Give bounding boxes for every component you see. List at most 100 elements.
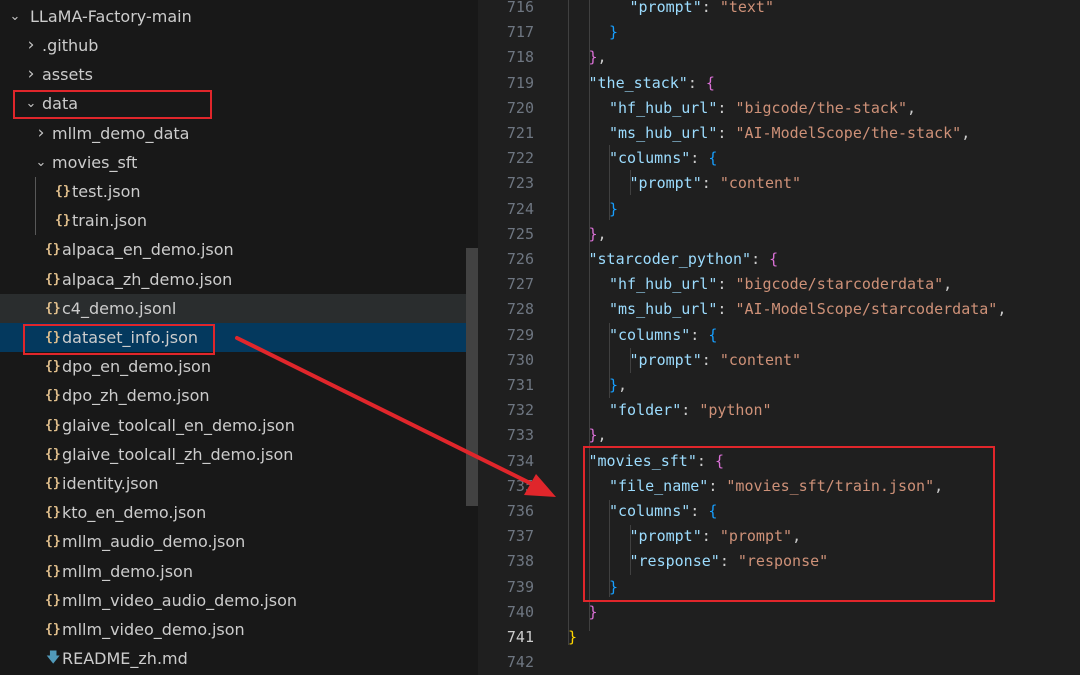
line-number: 733	[506, 426, 534, 445]
tree-item[interactable]: {} alpaca_zh_demo.json	[0, 265, 478, 294]
chevron-right-icon[interactable]: ›	[24, 60, 38, 89]
explorer-root[interactable]: ⌄ LLaMA-Factory-main	[0, 2, 478, 31]
code-token: ,	[597, 48, 607, 67]
line-number: 727	[506, 275, 534, 294]
explorer-scrollbar[interactable]	[466, 248, 478, 506]
tree-item-label: movies_sft	[52, 152, 138, 172]
line-number: 730	[506, 350, 534, 369]
chevron-down-icon[interactable]: ⌄	[34, 148, 48, 177]
code-line[interactable]: }	[568, 625, 577, 650]
tree-item[interactable]: {} test.json	[0, 177, 478, 206]
markdown-file-icon: 🡇	[46, 650, 61, 667]
code-line[interactable]: }	[609, 197, 618, 222]
code-line[interactable]: "starcoder_python": {	[589, 247, 779, 272]
tree-item[interactable]: {} mllm_demo.json	[0, 557, 478, 586]
code-token: }	[568, 628, 578, 646]
code-line[interactable]: "prompt": "content"	[630, 171, 802, 196]
tree-item[interactable]: › .github	[0, 31, 478, 60]
chevron-down-icon[interactable]: ⌄	[8, 2, 22, 31]
indent-guide	[629, 348, 631, 373]
code-token: ,	[943, 275, 953, 294]
json-file-icon: {}	[45, 534, 61, 550]
code-token: "prompt"	[629, 0, 702, 16]
tree-item[interactable]: {} dpo_en_demo.json	[0, 352, 478, 381]
code-line[interactable]: "prompt": "content"	[630, 348, 802, 373]
line-number: 736	[506, 502, 534, 520]
line-number: 718	[506, 48, 534, 67]
code-line[interactable]: "the_stack": {	[589, 71, 715, 96]
tree-item[interactable]: {} mllm_audio_demo.json	[0, 527, 478, 556]
tree-item-label: mllm_video_demo.json	[62, 620, 245, 639]
code-token: ,	[907, 98, 917, 117]
tree-item-label: mllm_demo.json	[62, 561, 193, 581]
tree-item-label: assets	[42, 65, 93, 85]
code-line[interactable]: }	[589, 600, 598, 625]
code-token: }	[609, 23, 619, 42]
code-token: "ms_hub_url"	[609, 124, 718, 142]
tree-item[interactable]: {} alpaca_en_demo.json	[0, 235, 478, 264]
tree-item[interactable]: › mllm_demo_data	[0, 119, 478, 148]
code-token: :	[701, 0, 720, 16]
code-token: }	[588, 426, 598, 445]
line-number: 735	[506, 476, 534, 495]
code-token: "bigcode/starcoderdata"	[735, 275, 944, 294]
indent-guide	[609, 323, 610, 398]
indent-guide	[609, 145, 610, 220]
json-file-icon: {}	[45, 476, 61, 491]
code-token: "python"	[699, 401, 772, 420]
tree-item[interactable]: {} mllm_video_audio_demo.json	[0, 586, 478, 615]
tree-item[interactable]: {} identity.json	[0, 469, 478, 498]
code-line[interactable]: },	[589, 45, 607, 70]
line-number: 725	[506, 224, 534, 243]
tree-item[interactable]: {} glaive_toolcall_zh_demo.json	[0, 440, 478, 469]
code-token: :	[717, 98, 736, 117]
code-line[interactable]: "prompt": "text"	[630, 0, 775, 20]
code-token: "text"	[719, 0, 774, 16]
tree-item[interactable]: › assets	[0, 60, 478, 89]
json-file-icon: {}	[45, 505, 61, 521]
tree-item-label: kto_en_demo.json	[62, 503, 207, 523]
code-line[interactable]: "columns": {	[609, 146, 717, 171]
code-token: ,	[597, 426, 607, 445]
tree-item[interactable]: {} c4_demo.jsonl	[0, 293, 478, 323]
json-file-icon: {}	[55, 213, 71, 229]
code-token: "columns"	[609, 325, 691, 344]
chevron-right-icon[interactable]: ›	[24, 31, 38, 60]
code-token: {	[708, 325, 718, 344]
line-number: 722	[506, 149, 534, 168]
code-token: }	[609, 199, 619, 218]
code-line[interactable]: "hf_hub_url": "bigcode/starcoderdata",	[609, 272, 952, 297]
tree-item[interactable]: {} dpo_zh_demo.json	[0, 381, 478, 410]
code-line[interactable]: },	[589, 423, 607, 448]
tree-item[interactable]: {} glaive_toolcall_en_demo.json	[0, 411, 478, 440]
tree-item[interactable]: 🡇 README_zh.md	[0, 644, 478, 673]
line-number: 719	[506, 73, 534, 92]
tree-item[interactable]: {} mllm_video_demo.json	[0, 615, 478, 644]
code-token: "the_stack"	[588, 73, 688, 92]
code-token: :	[701, 350, 720, 369]
code-line[interactable]: "hf_hub_url": "bigcode/the-stack",	[609, 96, 916, 121]
line-number: 724	[506, 199, 534, 218]
code-line[interactable]: },	[589, 222, 607, 247]
tree-item-label: test.json	[72, 182, 141, 201]
code-line[interactable]: "ms_hub_url": "AI-ModelScope/the-stack",	[609, 121, 970, 146]
code-token: }	[588, 48, 598, 67]
tree-item-label: mllm_video_audio_demo.json	[62, 590, 297, 610]
code-line[interactable]: "folder": "python"	[609, 398, 772, 423]
tree-item[interactable]: ⌄ movies_sft	[0, 148, 478, 177]
tree-item-label: glaive_toolcall_zh_demo.json	[62, 444, 294, 464]
chevron-right-icon[interactable]: ›	[34, 119, 48, 148]
code-line[interactable]: "columns": {	[609, 323, 717, 348]
code-line[interactable]: },	[609, 373, 627, 398]
tree-item-label: c4_demo.jsonl	[62, 298, 177, 318]
code-token: :	[690, 325, 709, 344]
json-file-icon: {}	[45, 359, 61, 375]
tree-item[interactable]: {} train.json	[0, 206, 478, 235]
tree-item[interactable]: {} kto_en_demo.json	[0, 498, 478, 527]
code-token: :	[717, 275, 736, 294]
code-token: :	[717, 124, 736, 142]
line-number: 729	[506, 325, 534, 344]
tree-item-label: dpo_en_demo.json	[62, 357, 211, 377]
code-line[interactable]: "ms_hub_url": "AI-ModelScope/starcoderda…	[609, 297, 1006, 322]
code-line[interactable]: }	[609, 20, 618, 45]
